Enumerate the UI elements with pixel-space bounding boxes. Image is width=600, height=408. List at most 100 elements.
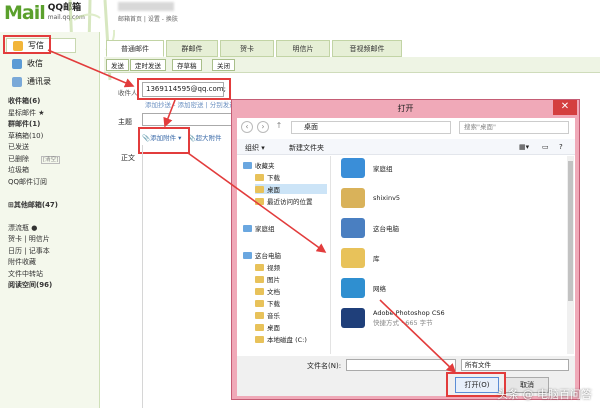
folder-item[interactable]: 垃圾箱 bbox=[8, 165, 94, 177]
folder-item[interactable]: 已发送 bbox=[8, 142, 94, 154]
compose-action-button[interactable]: 发送 bbox=[106, 59, 129, 71]
back-icon[interactable]: ‹ bbox=[241, 121, 253, 133]
folder-label: 贺卡 | 明信片 bbox=[8, 235, 50, 243]
nav-label: 本地磁盘 (C:) bbox=[267, 336, 307, 344]
folder-icon bbox=[255, 185, 264, 193]
nav-item[interactable]: 视频 bbox=[255, 262, 327, 272]
empty-trash-link[interactable]: [清空] bbox=[41, 155, 61, 164]
compose-action-bar: 发送 定时发送 存草稿 关闭 bbox=[104, 57, 600, 73]
folder-icon bbox=[255, 173, 264, 181]
nav-item[interactable]: 音乐 bbox=[255, 310, 327, 320]
compose-tab[interactable]: 音视频邮件 bbox=[332, 40, 402, 57]
file-name: shixinv5 bbox=[373, 194, 401, 202]
folder-list: 收件箱(6) 星标邮件 ★ 群邮件(1) 草稿箱(10) 已发送 已删除 [清空] 垃圾箱 QQ… bbox=[8, 96, 94, 292]
folder-icon bbox=[255, 287, 264, 295]
nav-label: 这台电脑 bbox=[255, 252, 281, 260]
nav-label: 桌面 bbox=[267, 186, 280, 194]
filetype-select[interactable]: 所有文件 bbox=[461, 359, 569, 371]
folder-item[interactable]: 群邮件(1) bbox=[8, 119, 94, 131]
nav-item[interactable]: 桌面 bbox=[255, 322, 327, 332]
folder-icon bbox=[255, 263, 264, 271]
receive-button[interactable]: 收信 bbox=[6, 56, 76, 71]
nav-item[interactable]: 收藏夹 bbox=[243, 160, 327, 170]
top-links[interactable]: 邮箱首页 | 设置 - 换肤 bbox=[118, 14, 178, 23]
watermark-text: 头条 @ 电脑百问答 bbox=[497, 388, 592, 401]
help-icon[interactable]: ? bbox=[559, 143, 563, 151]
address-bar[interactable]: 桌面 bbox=[291, 121, 451, 134]
file-list: 家庭组 shixinv5 这台电脑库网络 Adobe Photoshop CS6 快捷方… bbox=[335, 156, 565, 354]
folder-label: 垃圾箱 bbox=[8, 166, 29, 174]
highlight-write-box bbox=[3, 35, 51, 54]
file-item[interactable]: shixinv5 bbox=[341, 188, 400, 208]
up-icon[interactable]: ↑ bbox=[273, 121, 285, 133]
folder-item[interactable]: 漂流瓶 ● bbox=[8, 223, 94, 235]
search-input[interactable]: 搜索"桌面" bbox=[459, 121, 569, 134]
file-item[interactable]: 网络 bbox=[341, 278, 386, 298]
file-icon bbox=[341, 188, 365, 208]
file-icon bbox=[341, 158, 365, 178]
nav-item[interactable]: 最近访问的位置 bbox=[255, 196, 327, 206]
organize-button[interactable]: 组织 ▾ bbox=[245, 143, 265, 153]
nav-item[interactable]: 下载 bbox=[255, 172, 327, 182]
file-item[interactable]: 库 bbox=[341, 248, 380, 268]
nav-item[interactable]: 图片 bbox=[255, 274, 327, 284]
dialog-close-button[interactable]: ✕ bbox=[553, 100, 577, 115]
compose-action-button[interactable]: 关闭 bbox=[212, 59, 235, 71]
folder-item[interactable]: 日历 | 记事本 bbox=[8, 246, 94, 258]
file-name: 库 bbox=[373, 255, 380, 263]
folder-item[interactable]: 草稿箱(10) bbox=[8, 131, 94, 143]
folder-item[interactable]: 文件中转站 bbox=[8, 269, 94, 281]
big-attachment-link[interactable]: 📎超大附件 bbox=[187, 132, 221, 142]
folder-item bbox=[8, 188, 94, 200]
forward-icon[interactable]: › bbox=[257, 121, 269, 133]
folder-label: 阅读空间(96) bbox=[8, 281, 53, 289]
folder-label: 日历 | 记事本 bbox=[8, 246, 50, 255]
nav-item[interactable]: 本地磁盘 (C:) bbox=[255, 334, 327, 344]
nav-item[interactable]: 下载 bbox=[255, 298, 327, 308]
logo-mail-text: Mail bbox=[4, 2, 46, 24]
nav-label: 家庭组 bbox=[255, 225, 275, 233]
folder-item bbox=[8, 211, 94, 223]
folder-item[interactable]: 收件箱(6) bbox=[8, 96, 94, 108]
nav-label: 桌面 bbox=[267, 324, 280, 332]
nav-label: 视频 bbox=[267, 264, 280, 272]
nav-item[interactable]: 这台电脑 bbox=[243, 250, 327, 260]
compose-action-button[interactable]: 定时发送 bbox=[130, 59, 166, 71]
big-attachment-label: 超大附件 bbox=[195, 134, 222, 142]
receive-label: 收信 bbox=[27, 59, 43, 68]
compose-tab[interactable]: 明信片 bbox=[276, 40, 330, 57]
new-folder-button[interactable]: 新建文件夹 bbox=[289, 143, 324, 153]
dialog-title: 打开 bbox=[397, 104, 414, 113]
folder-item[interactable]: ⊞其他邮箱(47) bbox=[8, 200, 94, 212]
compose-tab[interactable]: 群邮件 bbox=[166, 40, 218, 57]
file-icon bbox=[341, 308, 365, 328]
folder-label: 群邮件(1) bbox=[8, 120, 41, 128]
nav-item[interactable]: 文档 bbox=[255, 286, 327, 296]
cc-bcc-links[interactable]: 添加抄送 - 添加密送 | 分别发送 bbox=[145, 99, 236, 109]
blurred-user-address bbox=[118, 2, 174, 11]
pane-icon[interactable]: ▭ bbox=[542, 143, 549, 151]
folder-item[interactable]: 贺卡 | 明信片 bbox=[8, 234, 94, 246]
compose-action-button[interactable]: 存草稿 bbox=[172, 59, 202, 71]
nav-item[interactable]: 桌面 bbox=[255, 184, 327, 194]
view-icon[interactable]: ▦▾ bbox=[519, 143, 529, 151]
compose-tab[interactable]: 普通邮件 bbox=[106, 40, 164, 57]
nav-item[interactable]: 家庭组 bbox=[243, 223, 327, 233]
folder-item[interactable]: 附件收藏 bbox=[8, 257, 94, 269]
folder-item[interactable]: 已删除 [清空] bbox=[8, 154, 94, 166]
filename-input[interactable] bbox=[346, 359, 456, 371]
file-item[interactable]: Adobe Photoshop CS6 快捷方式 · 665 字节 bbox=[341, 308, 445, 328]
folder-item[interactable]: 阅读空间(96) bbox=[8, 280, 94, 292]
inbox-icon bbox=[12, 58, 22, 69]
scrollbar[interactable] bbox=[567, 156, 574, 354]
file-icon bbox=[341, 218, 365, 238]
file-item[interactable]: 这台电脑 bbox=[341, 218, 399, 238]
folder-item[interactable]: QQ邮件订阅 bbox=[8, 177, 94, 189]
contacts-button[interactable]: 通讯录 bbox=[6, 74, 76, 89]
nav-label: 音乐 bbox=[267, 312, 280, 320]
compose-tab[interactable]: 贺卡 bbox=[220, 40, 274, 57]
file-item[interactable]: 家庭组 bbox=[341, 158, 393, 178]
folder-item[interactable]: 星标邮件 ★ bbox=[8, 108, 94, 120]
nav-label: 文档 bbox=[267, 288, 280, 296]
nav-label: 最近访问的位置 bbox=[267, 198, 313, 206]
